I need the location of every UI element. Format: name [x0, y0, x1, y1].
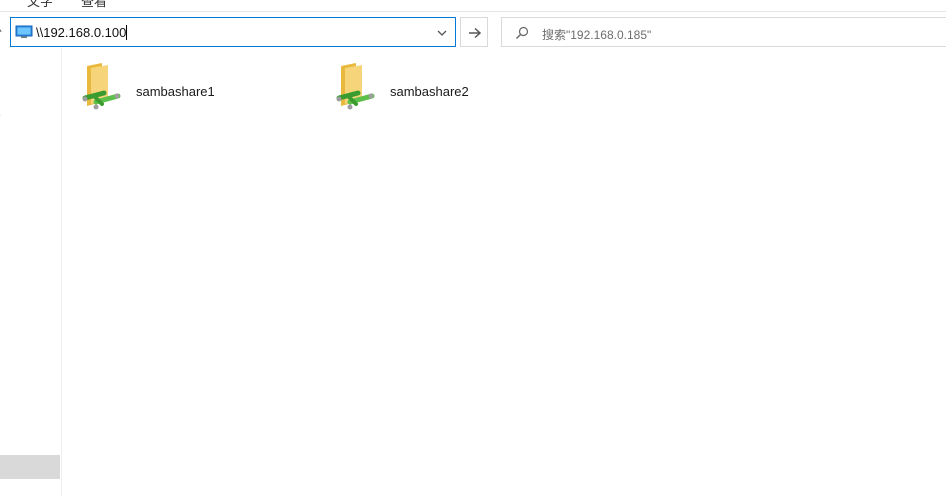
arrow-right-icon — [469, 27, 482, 39]
ribbon-tab-view[interactable]: 查看 — [81, 0, 107, 10]
shared-folder-icon — [336, 62, 376, 110]
shared-folder-item[interactable]: sambashare1 — [82, 62, 322, 124]
search-placeholder: 搜索"192.168.0.185" — [542, 28, 652, 42]
up-arrow-icon[interactable]: ^ — [0, 25, 6, 39]
nav-item[interactable]: e — [0, 108, 1, 122]
ribbon: 文字 查看 — [0, 0, 946, 12]
address-input[interactable]: \\192.168.0.100 — [36, 25, 128, 40]
chevron-down-icon[interactable] — [435, 26, 449, 40]
shared-folder-item[interactable]: sambashare2 — [336, 62, 576, 124]
content-area: sambashare1 sambashare2 — [62, 48, 946, 496]
item-label: sambashare2 — [390, 84, 469, 99]
shared-folder-icon — [82, 62, 122, 110]
search-box[interactable]: 搜索"192.168.0.185" — [501, 17, 946, 47]
ribbon-tab-file[interactable]: 文字 — [27, 0, 53, 10]
address-bar[interactable]: \\192.168.0.100 — [10, 17, 456, 47]
navigation-pane[interactable]: e · ) ) ) · ) — [0, 48, 62, 496]
nav-item-marker: · — [0, 160, 1, 174]
nav-selected-item[interactable] — [0, 455, 60, 479]
search-icon — [515, 26, 529, 45]
go-button[interactable] — [460, 17, 488, 47]
nav-item-marker: · — [0, 404, 1, 418]
computer-icon — [15, 25, 33, 39]
item-label: sambashare1 — [136, 84, 215, 99]
